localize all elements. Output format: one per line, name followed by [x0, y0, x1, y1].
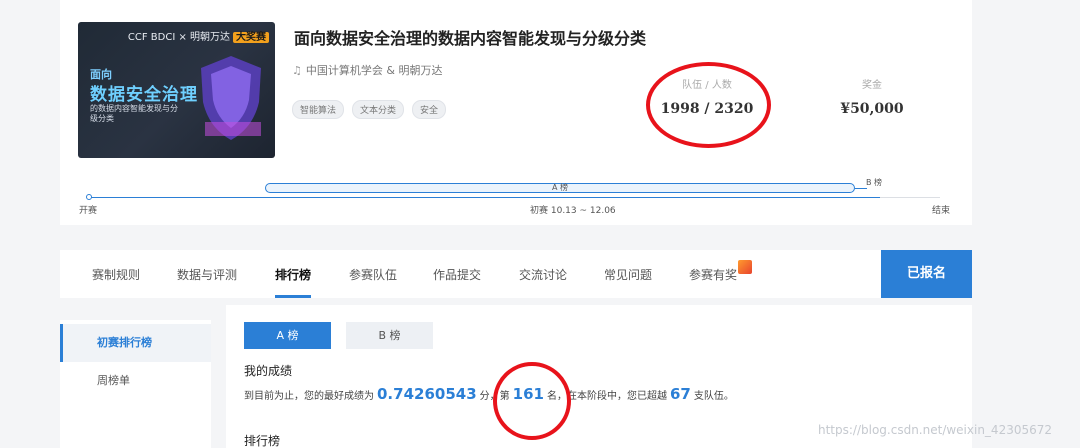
watermark: https://blog.csdn.net/weixin_42305672: [818, 423, 1053, 437]
tab-submit[interactable]: 作品提交: [433, 266, 481, 283]
tag[interactable]: 文本分类: [352, 100, 405, 119]
banner-brand: CCF BDCI × 明朝万达 大奖赛: [128, 28, 269, 43]
score-text: 支队伍。: [693, 391, 734, 402]
competition-banner[interactable]: CCF BDCI × 明朝万达 大奖赛 面向 数据安全治理 的数据内容智能发现与分…: [78, 22, 275, 158]
best-score: 0.74260543: [377, 385, 477, 403]
org-icon: ♫: [292, 64, 302, 77]
phase-b-label: B 榜: [866, 178, 883, 187]
gift-icon: [738, 260, 753, 274]
prize-value: ¥50,000: [840, 101, 904, 117]
tab-a-board[interactable]: A 榜: [244, 322, 331, 349]
beaten-count: 67: [669, 385, 691, 403]
tag-list: 智能算法 文本分类 安全: [292, 100, 447, 119]
banner-line3: 的数据内容智能发现与分级分类: [90, 104, 178, 123]
active-tab-indicator: [275, 295, 311, 298]
timeline-start-label: 开赛: [79, 206, 98, 216]
tag[interactable]: 安全: [412, 100, 447, 119]
registered-button[interactable]: 已报名: [881, 250, 972, 298]
phase-a-label: A 榜: [551, 183, 568, 192]
banner-line2: 数据安全治理: [90, 85, 198, 105]
my-score-title: 我的成绩: [244, 364, 293, 378]
tab-discussion[interactable]: 交流讨论: [519, 266, 567, 283]
annotation-circle: [646, 62, 771, 148]
timeline-prelim-label: 初赛 10.13 ~ 12.06: [530, 206, 616, 216]
tab-data[interactable]: 数据与评测: [177, 266, 237, 283]
my-score-summary: 到目前为止，您的最好成绩为 0.74260543 分，第 161 名，在本阶段中，您已超…: [244, 385, 734, 403]
score-text: 到目前为止，您的最好成绩为: [244, 391, 374, 402]
prize-stat: 奖金 ¥50,000: [822, 76, 922, 117]
shield-icon: [201, 56, 261, 140]
sidebar-item-weekly[interactable]: 周榜单: [60, 362, 211, 400]
tag[interactable]: 智能算法: [292, 100, 345, 119]
annotation-circle: [493, 362, 571, 440]
tab-teams[interactable]: 参赛队伍: [349, 266, 397, 283]
timeline: A 榜 B 榜 开赛 初赛 10.13 ~ 12.06 结束: [60, 178, 972, 220]
tab-leaderboard[interactable]: 排行榜: [275, 266, 311, 283]
tab-rules[interactable]: 赛制规则: [92, 266, 140, 283]
competition-nav: 赛制规则 数据与评测 排行榜 参赛队伍 作品提交 交流讨论 常见问题 参赛有奖: [60, 250, 972, 298]
sidebar-item-prelim-leaderboard[interactable]: 初赛排行榜: [60, 324, 211, 362]
leaderboard-sidebar: 初赛排行榜 周榜单: [60, 320, 211, 448]
leaderboard-title: 排行榜: [244, 434, 281, 448]
tab-faq[interactable]: 常见问题: [604, 266, 652, 283]
timeline-line-rest: [880, 197, 940, 198]
tab-rewards[interactable]: 参赛有奖: [689, 260, 753, 283]
phase-b-connector: [855, 188, 867, 189]
competition-title[interactable]: 面向数据安全治理的数据内容智能发现与分级分类: [294, 25, 646, 49]
prize-label: 奖金: [862, 80, 882, 91]
timeline-line: [89, 197, 880, 198]
timeline-end-label: 结束: [932, 206, 951, 216]
timeline-phase-a: A 榜: [265, 183, 855, 193]
timeline-start-dot: [86, 194, 92, 200]
organizer: ♫ 中国计算机学会 & 明朝万达: [292, 64, 443, 77]
competition-card: CCF BDCI × 明朝万达 大奖赛 面向 数据安全治理 的数据内容智能发现与分…: [60, 0, 972, 225]
tab-b-board[interactable]: B 榜: [346, 322, 433, 349]
